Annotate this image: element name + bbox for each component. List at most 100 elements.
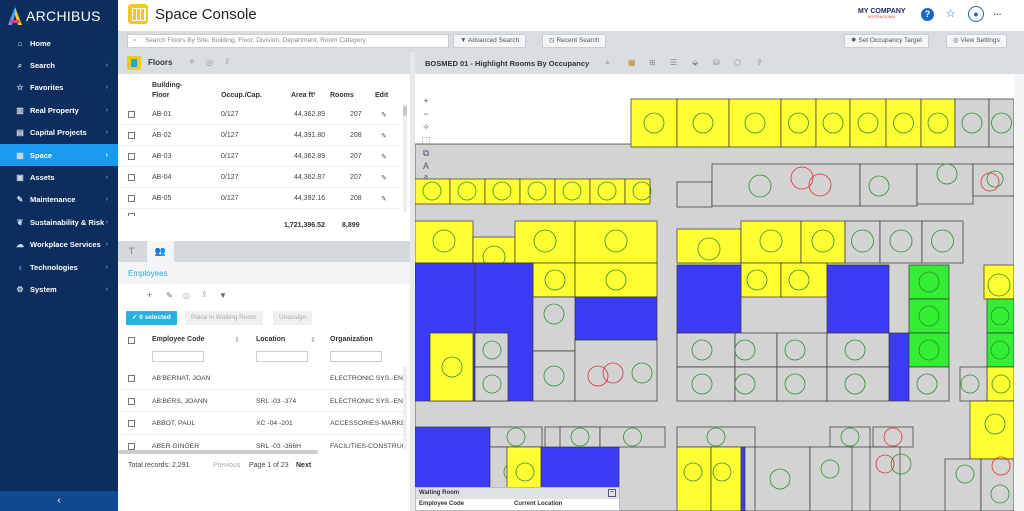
legend-icon[interactable]: ⩮ (605, 58, 610, 68)
help-icon[interactable]: ? (921, 8, 934, 21)
room[interactable] (809, 446, 853, 511)
table-row[interactable]: AB-02 0/127 44,391.80 208 ✎ (118, 125, 400, 146)
col-location[interactable]: Location (256, 336, 285, 343)
zoom-window-icon[interactable]: ⬚ (420, 135, 432, 148)
filter-icon[interactable]: ▼ (219, 291, 227, 300)
sidebar-item-assets[interactable]: ▣ Assets › (0, 166, 118, 188)
room[interactable] (676, 426, 756, 448)
unassign-button[interactable]: Unassign (273, 311, 313, 325)
select-all-checkbox[interactable] (128, 337, 135, 344)
room[interactable] (710, 446, 742, 511)
3d-cube-icon[interactable]: ⬡ (734, 58, 741, 67)
table-row[interactable]: ABBOT, PAUL XC -04 -201 ACCESSORIES-MARKET (118, 412, 406, 435)
room[interactable] (514, 220, 576, 264)
collapse-sidebar-button[interactable]: ‹ (0, 491, 118, 511)
room[interactable] (920, 98, 956, 148)
sidebar-item-real-property[interactable]: ▥ Real Property › (0, 99, 118, 121)
room[interactable] (474, 366, 509, 402)
advanced-search-button[interactable]: ▼ Advanced Search (453, 34, 527, 48)
row-checkbox[interactable] (128, 111, 135, 118)
row-checkbox[interactable] (128, 174, 135, 181)
table-row[interactable]: AB'BERS, JOANN SRL -03 -374 ELECTRONIC SYS… (118, 390, 406, 412)
employee-code-filter-input[interactable] (152, 351, 204, 362)
grid-view-icon[interactable]: ⊞ (649, 58, 656, 67)
col-organization[interactable]: Organization (330, 336, 373, 343)
table-row[interactable]: AB-04 0/127 44,362.87 207 ✎ (118, 167, 400, 188)
row-checkbox[interactable] (128, 397, 135, 405)
export-icon[interactable]: ⇪ (201, 290, 208, 299)
room-occupied[interactable] (574, 296, 658, 341)
zoom-in-icon[interactable]: + (420, 96, 432, 109)
room[interactable] (826, 366, 890, 402)
sidebar-item-workplace-services[interactable]: ☁ Workplace Services › (0, 234, 118, 256)
edit-icon[interactable]: ✎ (381, 132, 387, 140)
row-checkbox[interactable] (128, 375, 135, 382)
favorites-settings-icon[interactable]: ☆ (944, 8, 957, 21)
edit-icon[interactable]: ✎ (381, 111, 387, 119)
row-checkbox[interactable] (128, 195, 135, 202)
room[interactable] (969, 400, 1014, 460)
room[interactable] (944, 458, 982, 511)
minimize-icon[interactable]: − (608, 489, 616, 497)
sidebar-item-space[interactable]: ▦ Space › (0, 143, 118, 167)
room[interactable] (988, 98, 1014, 148)
export-icon[interactable]: ⇪ (224, 57, 231, 66)
employees-horizontal-scrollbar[interactable] (118, 450, 318, 454)
selected-count-button[interactable]: ✓ 0 selected (126, 311, 177, 325)
room[interactable] (780, 262, 828, 298)
room[interactable] (676, 228, 742, 264)
tab-org-chart[interactable]: ⊤ (118, 241, 145, 262)
room[interactable] (954, 98, 990, 148)
room[interactable] (415, 220, 474, 264)
room[interactable] (532, 262, 576, 298)
sidebar-item-technologies[interactable]: ♁ Technologies › (0, 256, 118, 278)
copy-icon[interactable]: ⧉ (420, 148, 432, 161)
logo[interactable]: ARCHIBUS (8, 5, 101, 27)
row-checkbox[interactable] (128, 132, 135, 139)
room[interactable] (676, 98, 730, 148)
list-view-icon[interactable]: ☰ (670, 58, 677, 67)
room[interactable] (728, 98, 782, 148)
previous-page-link[interactable]: Previous (213, 462, 240, 469)
room[interactable] (829, 426, 871, 448)
room[interactable] (972, 163, 1014, 197)
room[interactable] (599, 426, 666, 448)
room[interactable] (800, 220, 846, 264)
sidebar-item-system[interactable]: ⚙ System › (0, 278, 118, 300)
employees-scrollbar[interactable] (403, 366, 407, 450)
room-occupied[interactable] (888, 332, 910, 402)
room[interactable] (489, 426, 543, 448)
zoom-extents-icon[interactable]: ✧ (420, 122, 432, 135)
col-employee-code[interactable]: Employee Code (152, 336, 205, 343)
edit-icon[interactable]: ✎ (381, 153, 387, 161)
floor-plan-drawing[interactable] (415, 74, 1014, 511)
floors-scrollbar[interactable] (403, 104, 407, 212)
table-row[interactable]: AB'BERNAT, JOAN ELECTRONIC SYS.-ENG (118, 367, 406, 390)
room[interactable] (826, 332, 890, 368)
room[interactable] (574, 220, 658, 264)
room[interactable] (776, 366, 828, 402)
room[interactable] (574, 262, 658, 298)
layers-icon[interactable]: ⛁ (713, 58, 720, 67)
room[interactable] (885, 98, 922, 148)
room-occupied[interactable] (676, 264, 742, 334)
highlight-colors-icon[interactable]: ▦ (628, 58, 636, 67)
room[interactable] (474, 332, 509, 368)
sidebar-item-search[interactable]: ⌕ Search › (0, 54, 118, 76)
sidebar-item-maintenance[interactable]: ✎ Maintenance › (0, 189, 118, 211)
add-icon[interactable]: + (147, 290, 152, 300)
room[interactable] (574, 339, 658, 402)
edit-icon[interactable]: ✎ (381, 195, 387, 203)
sort-icon[interactable]: ⇕ (310, 336, 316, 344)
room[interactable] (844, 220, 881, 264)
sidebar-item-capital-projects[interactable]: ▤ Capital Projects › (0, 122, 118, 144)
label-size-icon[interactable]: a (420, 174, 432, 187)
room[interactable] (740, 220, 802, 264)
row-checkbox[interactable] (128, 153, 135, 160)
sidebar-item-home[interactable]: ⌂ Home (0, 32, 118, 54)
location-filter-input[interactable] (256, 351, 308, 362)
set-occupancy-target-button[interactable]: ✹ Set Occupancy Target (844, 34, 930, 48)
room[interactable] (676, 181, 713, 208)
table-row[interactable]: AB-01 0/127 44,362.89 207 ✎ (118, 104, 400, 125)
more-menu-icon[interactable]: ··· (991, 8, 1004, 21)
